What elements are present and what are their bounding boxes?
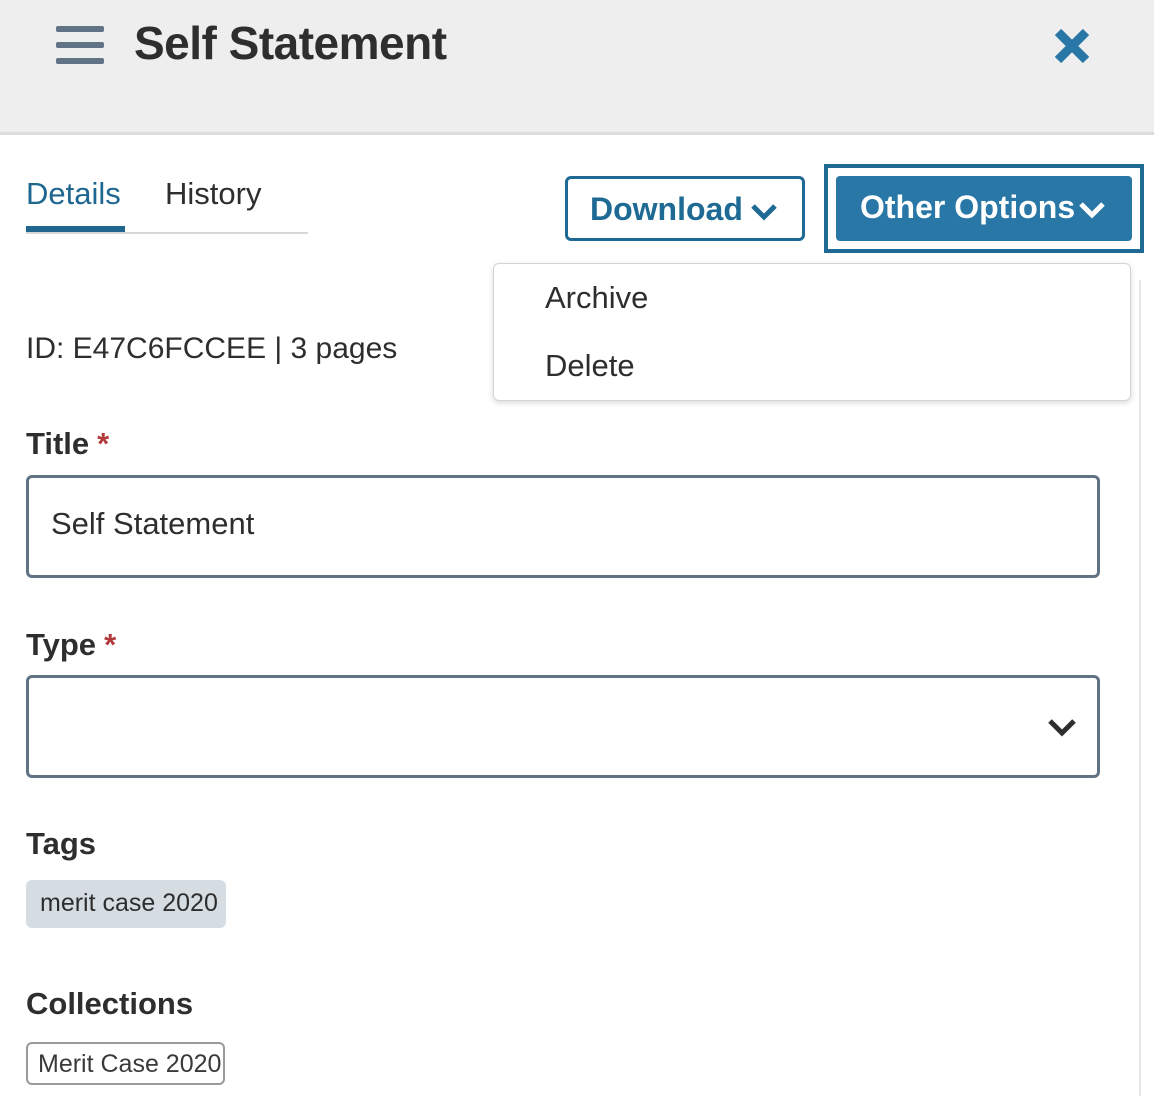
required-marker: * [97,426,110,461]
type-select[interactable] [26,675,1100,778]
collection-chip[interactable]: Merit Case 2020 [26,1042,225,1085]
other-options-focus-ring: Other Options [824,164,1144,253]
top-bar: Self Statement [0,0,1154,135]
tab-bar: Details History [26,168,308,234]
tags-label: Tags [26,826,97,861]
close-x-icon[interactable] [1050,24,1094,68]
title-label: Title * [26,426,109,462]
type-label-text: Type [26,627,97,662]
panel-divider [1139,280,1141,1096]
chevron-down-icon [751,204,777,221]
menu-line [56,42,104,48]
other-options-button-label: Other Options [860,189,1076,225]
title-label-text: Title [26,426,90,461]
download-button[interactable]: Download [565,176,805,241]
other-options-dropdown: Archive Delete [493,263,1131,401]
page-title: Self Statement [134,17,447,69]
menu-item-archive[interactable]: Archive [545,280,648,316]
title-field[interactable] [26,475,1100,578]
tab-history[interactable]: History [165,176,261,212]
tag-chip[interactable]: merit case 2020 [26,880,226,928]
menu-line [56,26,104,32]
required-marker: * [104,627,117,662]
chevron-down-icon [1079,202,1105,219]
collection-chip-label: Merit Case 2020 [38,1050,222,1078]
collections-label: Collections [26,986,194,1021]
menu-line [56,58,104,64]
menu-item-delete[interactable]: Delete [545,348,635,384]
tab-details[interactable]: Details [26,176,125,232]
type-label: Type * [26,627,116,663]
chevron-down-icon [1048,719,1076,737]
document-id-pages: ID: E47C6FCCEE | 3 pages [26,332,398,365]
title-input[interactable] [51,506,1051,542]
tag-chip-label: merit case 2020 [40,889,218,917]
download-button-label: Download [590,191,743,227]
other-options-button[interactable]: Other Options [836,176,1132,241]
hamburger-menu-icon[interactable] [56,26,104,66]
